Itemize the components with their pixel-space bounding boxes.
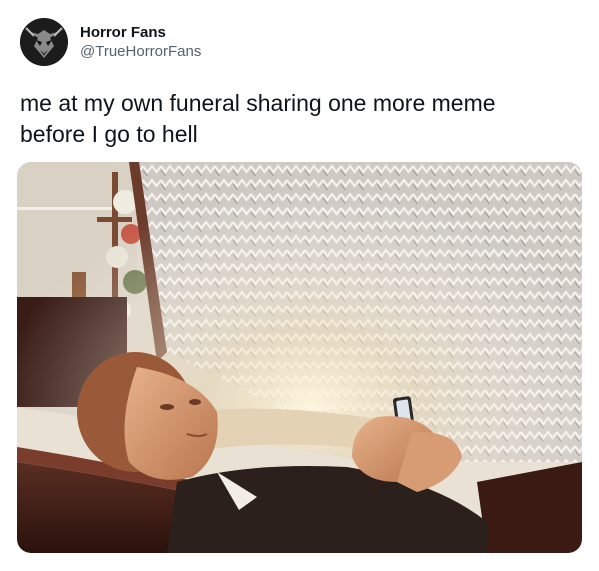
author-names: Horror Fans @TrueHorrorFans	[80, 23, 201, 61]
tweet-header: Horror Fans @TrueHorrorFans	[20, 14, 201, 70]
coffin-photo-illustration	[17, 162, 582, 553]
skull-avatar-icon	[20, 18, 68, 66]
tweet-photo[interactable]	[17, 162, 582, 553]
author-handle[interactable]: @TrueHorrorFans	[80, 42, 201, 61]
tweet-text: me at my own funeral sharing one more me…	[20, 90, 496, 147]
author-avatar[interactable]	[20, 18, 68, 66]
author-display-name[interactable]: Horror Fans	[80, 23, 201, 42]
